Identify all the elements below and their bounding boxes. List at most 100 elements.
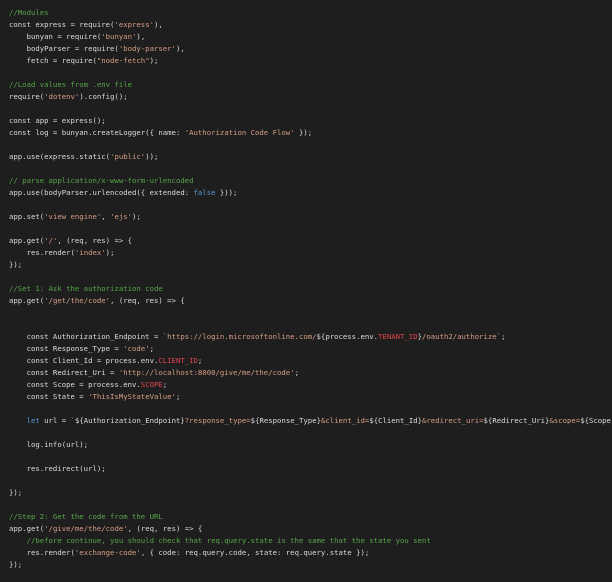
code-line: const Scope = process.env.SCOPE; [9,379,612,391]
code-line: log.info(url); [9,439,612,451]
code-token-comment: //Step 2: Get the code from the URL [9,512,163,521]
code-token-plain: , [101,212,111,221]
code-line: //before continue, you should check that… [9,535,612,547]
code-line: res.redirect(url); [9,463,612,475]
code-token-plain: ${Client_Id} [369,416,423,425]
code-token-plain: bodyParser = require( [9,44,119,53]
code-token-plain: app.set( [9,212,45,221]
code-token-string: &client_id= [320,416,370,425]
code-token-plain: bunyan = require( [9,32,102,41]
code-line: const log = bunyan.createLogger({ name: … [9,127,612,139]
code-line: app.use(express.static('public')); [9,151,612,163]
code-token-plain: ${process.env. [316,332,379,341]
code-token-string: 'view engine' [44,212,102,221]
code-token-plain: }); [9,488,23,497]
code-line: app.set('view engine', 'ejs'); [9,211,612,223]
code-token-plain: ; [197,356,203,365]
code-token-string: 'index' [74,248,106,257]
code-token-string: 'http://localhost:8000/give/me/the/code' [118,368,295,377]
code-token-plain: , (req, res) => { [110,296,185,305]
code-token-string: '/get/the/code' [44,296,111,305]
code-token-plain: app.get( [9,236,45,245]
code-token-plain: const Client_Id = process.env. [9,356,159,365]
code-line: const State = 'ThisIsMyStateValue'; [9,391,612,403]
code-line: app.get('/give/me/the/code', (req, res) … [9,523,612,535]
code-token-plain: res.render( [9,248,75,257]
code-line: const express = require('express'), [9,19,612,31]
code-line: const app = express(); [9,115,612,127]
code-line: const Authorization_Endpoint = `https://… [9,331,612,343]
code-token-plain: }); [294,128,313,137]
code-line: res.render('exchange-code', { code: req.… [9,547,612,559]
code-token-plain: ; [175,392,181,401]
code-token-plain: ), [136,32,146,41]
code-token-plain: log.info(url); [9,440,89,449]
code-token-plain: ), [153,20,163,29]
code-token-plain: }); [9,560,23,569]
code-token-plain: const State = [9,392,89,401]
code-token-plain: ); [149,56,159,65]
code-line: const Client_Id = process.env.CLIENT_ID; [9,355,612,367]
code-line: require('dotenv').config(); [9,91,612,103]
code-token-plain: const app = express(); [9,116,106,125]
code-token-plain: ; [162,380,168,389]
code-line: //Modules [9,7,612,19]
code-token-string: 'exchange-code' [74,548,141,557]
code-line: fetch = require("node-fetch"); [9,55,612,67]
code-token-error: TENANT_ID [378,332,418,341]
code-line: let url = `${Authorization_Endpoint}?res… [9,415,612,427]
code-token-string: 'bunyan' [101,32,137,41]
code-token-plain: })); [215,188,238,197]
code-token-plain: }); [9,260,23,269]
code-token-plain: const log = bunyan.createLogger({ name: [9,128,185,137]
code-token-comment: //Modules [9,8,49,17]
code-token-plain: ; [149,344,154,353]
code-line: //Load values from .env file [9,79,612,91]
code-block[interactable]: //Modules const express = require('expres… [9,7,612,571]
code-line: bunyan = require('bunyan'), [9,31,612,43]
code-token-comment: // parse application/x-www-form-urlencod… [9,176,194,185]
code-token-error: CLIENT_ID [158,356,198,365]
code-line: //Step 2: Get the code from the URL [9,511,612,523]
code-editor[interactable]: //Modules const express = require('expres… [0,0,612,582]
code-line: app.get('/get/the/code', (req, res) => { [9,295,612,307]
code-line: const Redirect_Uri = 'http://localhost:8… [9,367,612,379]
code-token-plain: app.use(express.static( [9,152,111,161]
code-token-string: 'ejs' [110,212,133,221]
code-token-plain: ${Scope} [580,416,612,425]
code-token-string: 'body-parser' [118,44,176,53]
code-token-string: `https://login.microsoftonline.com/ [162,332,317,341]
code-token-string: 'Authorization Code Flow' [184,128,295,137]
code-line: }); [9,259,612,271]
code-token-string: '/' [44,236,58,245]
code-line: // parse application/x-www-form-urlencod… [9,175,612,187]
code-token-plain: ); [132,212,141,221]
code-token-plain: res.render( [9,548,75,557]
code-line: app.use(bodyParser.urlencoded({ extended… [9,187,612,199]
code-token-keyword: let [9,416,40,425]
code-token-plain: ), [175,44,185,53]
code-token-plain: fetch = require( [9,56,97,65]
code-token-plain: ${Response_Type} [250,416,321,425]
code-token-string: 'dotenv' [44,92,80,101]
code-token-plain: app.use(bodyParser.urlencoded({ extended… [9,188,194,197]
code-token-error: SCOPE [140,380,163,389]
code-token-string: /oauth2/authorize` [422,332,502,341]
code-token-comment: //before continue, you should check that… [9,536,431,545]
code-token-plain: , { code: req.query.code, state: req.que… [140,548,370,557]
code-token-plain: ); [105,248,115,257]
code-token-plain: ${Redirect_Uri} [483,416,550,425]
